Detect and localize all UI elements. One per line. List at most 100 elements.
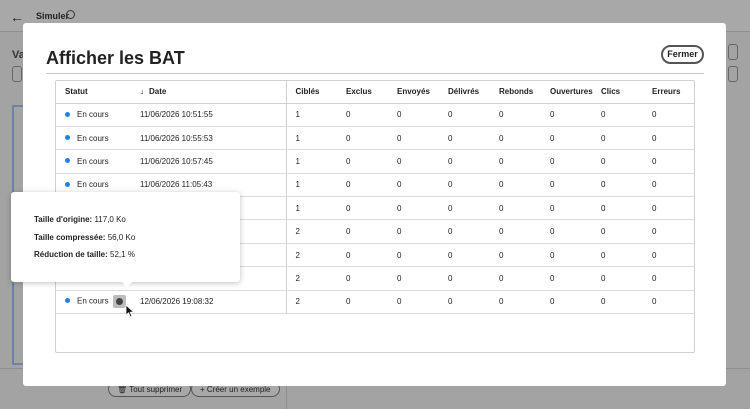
tooltip-arrow (121, 281, 133, 287)
sent-cell: 0 (388, 196, 439, 221)
bounces-cell: 0 (490, 149, 541, 174)
excluded-cell: 0 (337, 243, 388, 268)
opens-cell: 0 (541, 243, 592, 268)
delivered-cell: 0 (439, 196, 490, 221)
table-row[interactable]: En cours 11/06/2026 10:57:45 1 0 0 0 0 0 0 0 (56, 149, 694, 174)
clicks-cell: 0 (592, 126, 643, 151)
sent-cell: 0 (388, 290, 439, 315)
column-header-status[interactable]: Statut (56, 81, 140, 104)
tooltip-original-size: Taille d'origine: 117,0 Ko (34, 215, 126, 224)
column-header-targeted[interactable]: Ciblés (286, 81, 337, 104)
opens-cell: 0 (541, 196, 592, 221)
status-cell: En cours (56, 149, 140, 174)
targeted-cell: 1 (286, 149, 337, 174)
column-header-delivered[interactable]: Délivrés (439, 81, 490, 104)
column-header-clicks[interactable]: Clics (592, 81, 643, 104)
background-left-button[interactable] (12, 66, 22, 82)
sent-cell: 0 (388, 219, 439, 244)
reduction-label: Réduction de taille: (34, 250, 108, 259)
sent-cell: 0 (388, 126, 439, 151)
excluded-cell: 0 (337, 149, 388, 174)
arrow-down-icon: ↓ (140, 87, 144, 97)
compressed-size-label: Taille compressée: (34, 233, 106, 242)
status-label: En cours (77, 180, 109, 190)
delivered-cell: 0 (439, 266, 490, 291)
status-dot-icon (65, 111, 70, 117)
close-button[interactable]: Fermer (661, 45, 704, 64)
background-right-button[interactable] (728, 44, 738, 60)
date-cell: 11/06/2026 10:57:45 (140, 149, 287, 174)
bounces-cell: 0 (490, 196, 541, 221)
excluded-cell: 0 (337, 196, 388, 221)
background-right-button[interactable] (728, 66, 738, 82)
size-info-tooltip: Taille d'origine: 117,0 Ko Taille compre… (11, 192, 240, 282)
clicks-cell: 0 (592, 196, 643, 221)
errors-cell: 0 (643, 290, 694, 315)
targeted-cell: 1 (286, 196, 337, 221)
mouse-cursor-icon (125, 304, 135, 318)
background-page-title: Simuler (36, 11, 70, 21)
clicks-cell: 0 (592, 243, 643, 268)
original-size-value: 117,0 Ko (94, 215, 126, 224)
table-row[interactable]: En cours 12/06/2026 19:08:32 2 0 0 0 0 0 0 0 (56, 290, 694, 315)
opens-cell: 0 (541, 103, 592, 127)
errors-cell: 0 (643, 196, 694, 221)
opens-cell: 0 (541, 290, 592, 315)
targeted-cell: 2 (286, 243, 337, 268)
bounces-cell: 0 (490, 103, 541, 127)
status-label: En cours (77, 133, 109, 143)
delivered-cell: 0 (439, 126, 490, 151)
plus-icon: + (200, 385, 207, 394)
excluded-cell: 0 (337, 219, 388, 244)
targeted-cell: 2 (286, 219, 337, 244)
excluded-cell: 0 (337, 290, 388, 315)
column-header-bounces[interactable]: Rebonds (490, 81, 541, 104)
table-header-row: Statut ↓ Date Ciblés Exclus Envoyés Déliv… (56, 81, 694, 104)
tooltip-size-reduction: Réduction de taille: 52,1 % (34, 250, 135, 259)
errors-cell: 0 (643, 126, 694, 151)
targeted-cell: 1 (286, 173, 337, 198)
status-label: En cours (77, 296, 109, 306)
status-label: En cours (77, 156, 109, 166)
sent-cell: 0 (388, 149, 439, 174)
modal-divider (46, 73, 704, 74)
errors-cell: 0 (643, 103, 694, 127)
delivered-cell: 0 (439, 219, 490, 244)
back-arrow-icon[interactable]: ← (10, 9, 24, 25)
bounces-cell: 0 (490, 266, 541, 291)
excluded-cell: 0 (337, 173, 388, 198)
column-header-date-label: Date (149, 87, 167, 97)
opens-cell: 0 (541, 173, 592, 198)
targeted-cell: 1 (286, 126, 337, 151)
column-header-excluded[interactable]: Exclus (337, 81, 388, 104)
targeted-cell: 2 (286, 266, 337, 291)
bounces-cell: 0 (490, 126, 541, 151)
column-header-sent[interactable]: Envoyés (388, 81, 439, 104)
clicks-cell: 0 (592, 149, 643, 174)
clicks-cell: 0 (592, 103, 643, 127)
trash-icon: 🗑 (117, 385, 130, 394)
errors-cell: 0 (643, 149, 694, 174)
sent-cell: 0 (388, 266, 439, 291)
bounces-cell: 0 (490, 173, 541, 198)
bounces-cell: 0 (490, 290, 541, 315)
reduction-value: 52,1 % (110, 250, 135, 259)
opens-cell: 0 (541, 149, 592, 174)
excluded-cell: 0 (337, 103, 388, 127)
tooltip-compressed-size: Taille compressée: 56,0 Ko (34, 233, 135, 242)
clicks-cell: 0 (592, 290, 643, 315)
table-row[interactable]: En cours 11/06/2026 10:55:53 1 0 0 0 0 0 0 0 (56, 126, 694, 151)
status-dot-icon (65, 181, 70, 187)
column-header-date[interactable]: ↓ Date (140, 81, 287, 104)
table-row[interactable]: En cours 11/06/2026 10:51:55 1 0 0 0 0 0 0 0 (56, 103, 694, 127)
status-cell: En cours (56, 126, 140, 151)
opens-cell: 0 (541, 219, 592, 244)
excluded-cell: 0 (337, 266, 388, 291)
errors-cell: 0 (643, 243, 694, 268)
column-header-opens[interactable]: Ouvertures (541, 81, 593, 104)
sent-cell: 0 (388, 173, 439, 198)
background-info-icon[interactable] (66, 10, 75, 19)
info-icon[interactable] (112, 295, 126, 309)
column-header-errors[interactable]: Erreurs (643, 81, 694, 104)
compressed-size-value: 56,0 Ko (107, 233, 136, 242)
